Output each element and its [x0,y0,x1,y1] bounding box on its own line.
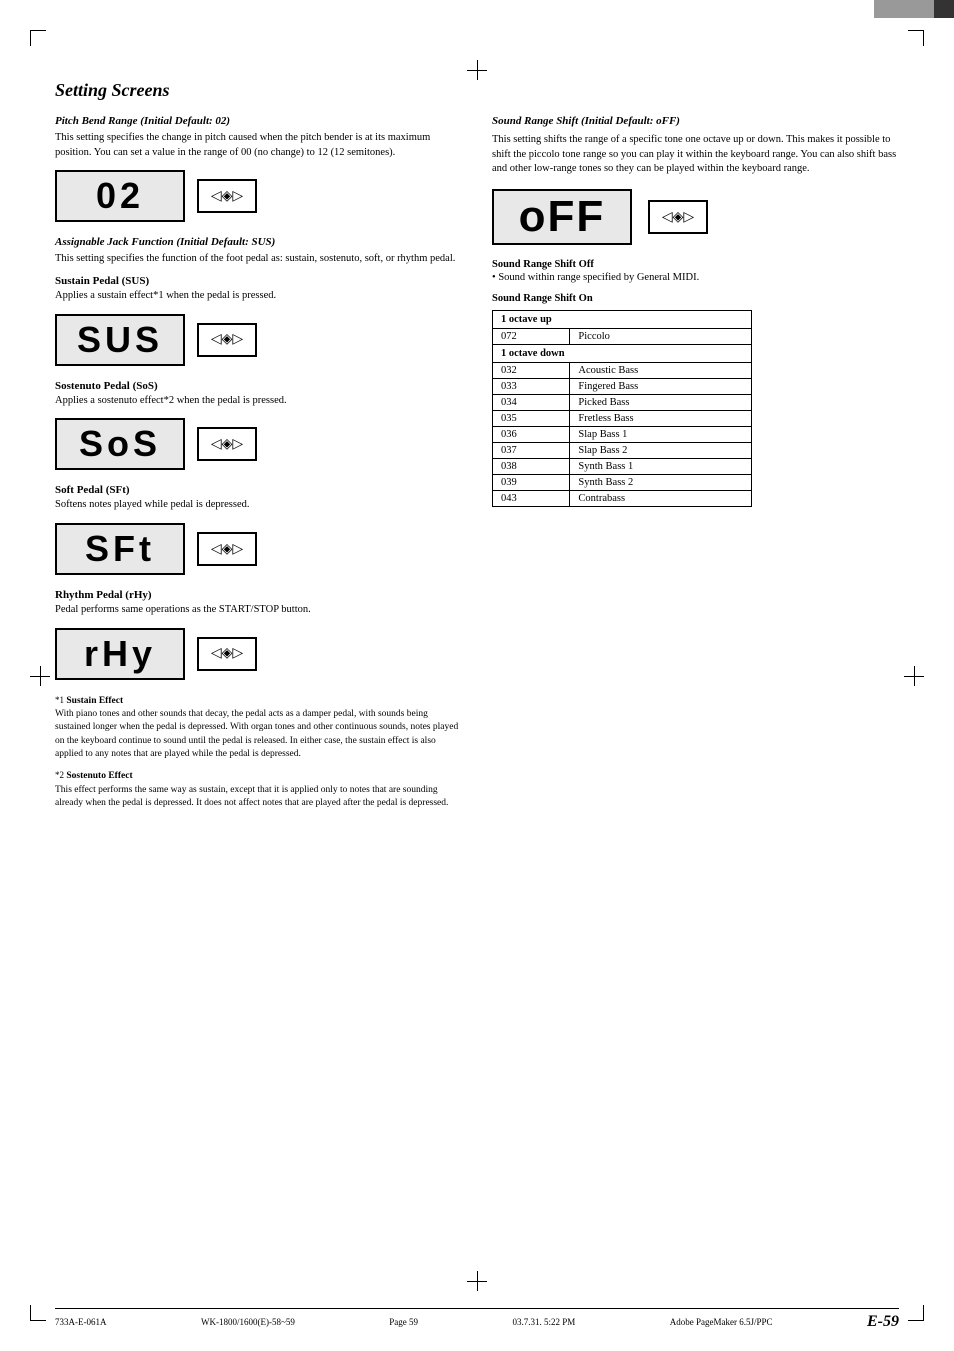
sus-body: Applies a sustain effect*1 when the peda… [55,289,462,304]
table-row: 038Synth Bass 1 [493,459,752,475]
pitch-bend-heading: Pitch Bend Range (Initial Default: 02) [55,115,462,127]
top-bar-dark [934,0,954,18]
footnote-2-title: Sostenuto Effect [66,771,132,781]
rhy-display-row: rHy ◁◈▷ [55,628,462,680]
page-content: Setting Screens Pitch Bend Range (Initia… [55,80,899,1291]
shift-off-bullet: Sound within range specified by General … [492,272,899,283]
sos-display: SoS [55,418,185,470]
crosshair-top [467,60,487,80]
footer-date: 03.7.31. 5:22 PM [513,1317,576,1327]
sos-arrows[interactable]: ◁◈▷ [197,427,257,461]
corner-mark-tl [30,30,46,46]
table-row: 032Acoustic Bass [493,363,752,379]
shift-off-label: Sound Range Shift Off [492,259,899,270]
pitch-bend-arrows[interactable]: ◁◈▷ [197,179,257,213]
rhy-heading: Rhythm Pedal (rHy) [55,589,462,601]
footnote-1-title: Sustain Effect [66,696,123,706]
sft-arrows[interactable]: ◁◈▷ [197,532,257,566]
sus-arrows[interactable]: ◁◈▷ [197,323,257,357]
assignable-body: This setting specifies the function of t… [55,252,462,267]
corner-mark-bl [30,1305,46,1321]
footnote-1: *1 Sustain Effect With piano tones and o… [55,694,462,761]
footer-app: Adobe PageMaker 6.5J/PPC [670,1317,773,1327]
pitch-bend-display-row: 02 ◁◈▷ [55,170,462,222]
crosshair-mid-right [904,666,924,686]
table-row: 072Piccolo [493,329,752,345]
footnote-1-body: With piano tones and other sounds that d… [55,709,458,759]
table-row: 037Slap Bass 2 [493,443,752,459]
table-row: 039Synth Bass 2 [493,475,752,491]
table-section-row: 1 octave up [493,311,752,329]
sft-body: Softens notes played while pedal is depr… [55,498,462,513]
sound-range-body: This setting shifts the range of a speci… [492,133,899,177]
right-column: Sound Range Shift (Initial Default: oFF)… [492,115,899,818]
table-row: 035Fretless Bass [493,411,752,427]
sound-range-table: 1 octave up072Piccolo1 octave down032Aco… [492,310,752,507]
off-display: oFF [492,189,632,245]
corner-mark-tr [908,30,924,46]
page-number: E-59 [867,1313,899,1331]
rhy-display: rHy [55,628,185,680]
page-footer: 733A-E-061A WK-1800/1600(E)-58~59 Page 5… [55,1308,899,1331]
sos-heading: Sostenuto Pedal (SoS) [55,380,462,392]
crosshair-mid-left [30,666,50,686]
rhy-arrows[interactable]: ◁◈▷ [197,637,257,671]
sft-display: SFt [55,523,185,575]
footnote-2: *2 Sostenuto Effect This effect performs… [55,769,462,810]
sft-display-row: SFt ◁◈▷ [55,523,462,575]
sft-heading: Soft Pedal (SFt) [55,484,462,496]
pitch-bend-body: This setting specifies the change in pit… [55,131,462,160]
table-section-row: 1 octave down [493,345,752,363]
shift-on-label: Sound Range Shift On [492,293,899,304]
assignable-heading: Assignable Jack Function (Initial Defaul… [55,236,462,248]
left-column: Pitch Bend Range (Initial Default: 02) T… [55,115,462,818]
footnote-2-label: *2 [55,770,64,780]
table-row: 036Slap Bass 1 [493,427,752,443]
sus-display-row: SUS ◁◈▷ [55,314,462,366]
footer-page: Page 59 [389,1317,418,1327]
sos-body: Applies a sostenuto effect*2 when the pe… [55,394,462,409]
sos-display-row: SoS ◁◈▷ [55,418,462,470]
sound-range-heading: Sound Range Shift (Initial Default: oFF) [492,115,899,127]
footer-left: 733A-E-061A [55,1317,107,1327]
top-bar-gray [874,0,934,18]
footnote-2-body: This effect performs the same way as sus… [55,785,448,808]
sus-heading: Sustain Pedal (SUS) [55,275,462,287]
off-arrows[interactable]: ◁◈▷ [648,200,708,234]
top-bar [874,0,954,18]
pitch-bend-display: 02 [55,170,185,222]
off-display-row: oFF ◁◈▷ [492,189,899,245]
table-row: 033Fingered Bass [493,379,752,395]
footer-center: WK-1800/1600(E)-58~59 [201,1317,295,1327]
table-row: 043Contrabass [493,491,752,507]
footnotes: *1 Sustain Effect With piano tones and o… [55,694,462,810]
rhy-body: Pedal performs same operations as the ST… [55,603,462,618]
footnote-1-label: *1 [55,695,64,705]
corner-mark-br [908,1305,924,1321]
page-title: Setting Screens [55,80,899,101]
two-column-layout: Pitch Bend Range (Initial Default: 02) T… [55,115,899,818]
sus-display: SUS [55,314,185,366]
table-row: 034Picked Bass [493,395,752,411]
